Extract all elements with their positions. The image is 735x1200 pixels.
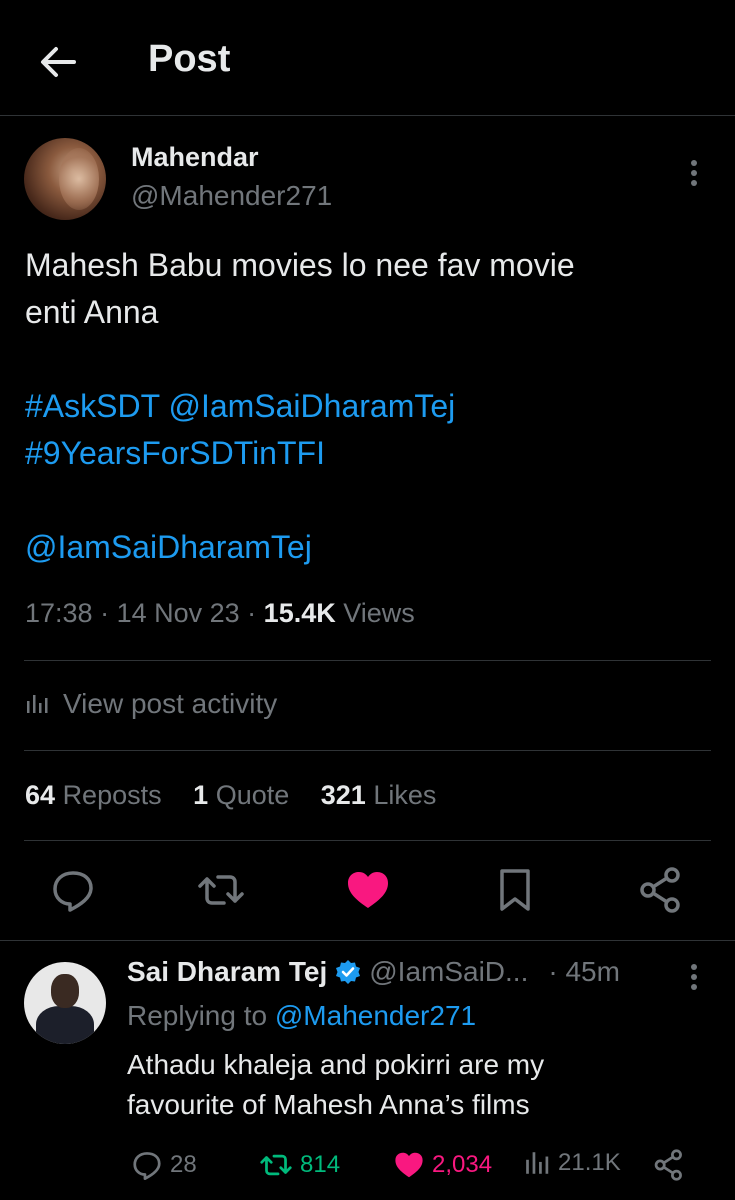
reply-stats: 28 814 2,034 21.1K [0, 1148, 735, 1184]
author-handle[interactable]: @Mahender271 [131, 180, 332, 212]
page-title: Post [148, 38, 231, 80]
post-text-line: enti Anna [25, 294, 159, 330]
analytics-icon [526, 1152, 549, 1174]
reply-reposts[interactable]: 814 [258, 1148, 340, 1182]
action-bar [0, 865, 735, 915]
post-text: Mahesh Babu movies lo nee fav movie enti… [25, 242, 705, 571]
author-name[interactable]: Mahendar [131, 142, 259, 173]
post-date: 14 Nov 23 [116, 598, 240, 628]
repost-icon [260, 1154, 292, 1176]
likes-count-link[interactable]: 321 Likes [321, 780, 437, 810]
more-options-icon[interactable] [686, 158, 702, 188]
views-count: 15.4K [263, 598, 336, 628]
post-meta: 17:38 · 14 Nov 23 · 15.4K Views [25, 598, 415, 628]
divider [24, 750, 711, 751]
share-icon[interactable] [636, 865, 686, 915]
like-icon[interactable] [343, 865, 393, 915]
mention-link[interactable]: @IamSaiDharamTej [25, 529, 312, 565]
reply-views[interactable]: 21.1K [524, 1148, 621, 1178]
verified-badge-icon [336, 960, 361, 984]
divider [24, 660, 711, 661]
reply-icon[interactable] [48, 865, 98, 915]
bookmark-icon[interactable] [490, 865, 540, 915]
divider [0, 940, 735, 941]
reply-share-icon[interactable] [652, 1148, 686, 1182]
reply-text: Athadu khaleja and pokirri are my favour… [127, 1049, 545, 1120]
reply-replies[interactable]: 28 [130, 1148, 197, 1182]
mention-link[interactable]: @IamSaiDharamTej [168, 388, 455, 424]
divider [24, 840, 711, 841]
reply-author-handle[interactable]: @IamSaiD... [369, 956, 528, 988]
views-label: Views [343, 598, 415, 628]
reply-author-name[interactable]: Sai Dharam Tej [127, 956, 327, 988]
analytics-icon [27, 695, 48, 713]
engagement-counts: 64 Reposts 1 Quote 321 Likes [25, 780, 460, 811]
reply-likes[interactable]: 2,034 [392, 1148, 492, 1182]
like-icon [395, 1152, 423, 1178]
hashtag-link[interactable]: #9YearsForSDTinTFI [25, 435, 325, 471]
post-text-line: Mahesh Babu movies lo nee fav movie [25, 247, 575, 283]
hashtag-link[interactable]: #AskSDT [25, 388, 160, 424]
reply-icon [133, 1152, 161, 1180]
more-options-icon[interactable] [686, 962, 702, 992]
replying-to-handle[interactable]: @Mahender271 [275, 1000, 476, 1031]
reply-time[interactable]: · 45m [548, 956, 620, 988]
reply-header: Sai Dharam Tej @IamSaiD... · 45m [127, 956, 687, 988]
activity-label: View post activity [63, 688, 278, 719]
reposts-count-link[interactable]: 64 Reposts [25, 780, 162, 810]
repost-icon[interactable] [196, 865, 246, 915]
view-post-activity-link[interactable]: View post activity [25, 688, 277, 720]
top-bar: Post [0, 0, 735, 116]
back-arrow-icon[interactable] [36, 40, 80, 84]
quotes-count-link[interactable]: 1 Quote [193, 780, 289, 810]
avatar[interactable] [24, 138, 106, 220]
replying-to: Replying to @Mahender271 [127, 1000, 477, 1031]
reply-avatar[interactable] [24, 962, 106, 1044]
post-time: 17:38 [25, 598, 93, 628]
